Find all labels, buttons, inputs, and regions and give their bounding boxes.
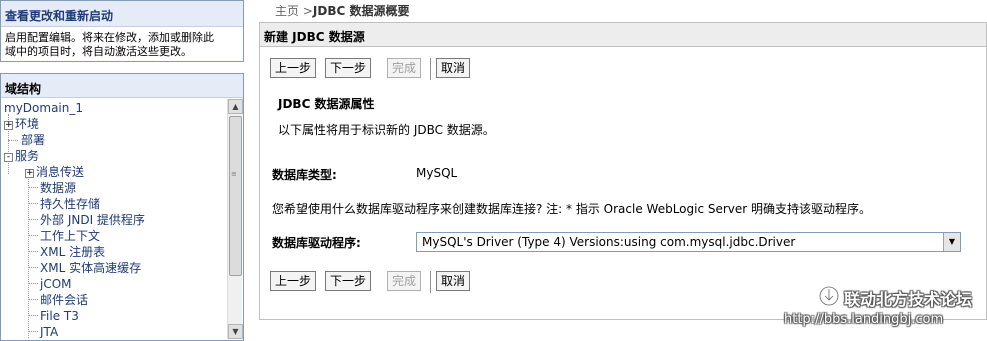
breadcrumb-home[interactable]: 主页 [275,4,299,18]
next-button[interactable]: 下一步 [325,58,371,78]
tree-item-label: XML 注册表 [40,245,106,259]
domain-structure-panel: 域结构 myDomain_1 + 环境 部署 - 服务 + 消息传送 数据源 持久性存… [0,73,244,341]
tree-item-xml-registries[interactable]: XML 注册表 [40,244,105,260]
breadcrumb: 主页 >JDBC 数据源概要 [275,2,409,19]
driver-label: 数据库驱动程序: [272,236,361,250]
domain-tree: myDomain_1 + 环境 部署 - 服务 + 消息传送 数据源 持久性存储 外部… [4,100,228,338]
tree-item-label: 持久性存储 [40,197,101,211]
arrow-up-icon[interactable]: ▲ [228,99,243,114]
expand-icon[interactable]: + [4,121,13,130]
tree-item-label: 部署 [21,133,46,147]
watermark-title: 联动北方技术论坛 [844,290,973,309]
tree-item-services[interactable]: - 服务 [4,148,39,164]
breadcrumb-current[interactable]: JDBC 数据源概要 [313,4,410,18]
domain-structure-title: 域结构 [1,74,243,98]
tree-item-label: 消息传送 [36,165,85,179]
tree-item-label: 服务 [15,149,40,163]
tree-item-label: jCOM [40,277,72,291]
tree-item-label: 环境 [15,117,40,131]
arrow-down-icon[interactable]: ▼ [228,324,243,339]
tree-item-label: 邮件会话 [40,293,89,307]
watermark: 联动北方技术论坛 http://bbs.landingbj.com [784,284,985,334]
tree-item-messaging[interactable]: + 消息传送 [25,164,84,180]
cancel-button[interactable]: 取消 [436,271,470,291]
tree-item-label: JTA [40,325,59,338]
grip-icon: ≡ [231,170,237,178]
tree-item-file-t3[interactable]: File T3 [40,308,79,324]
tree-guide-line [28,251,38,252]
tree-scrollbar[interactable]: ▲ ≡ ▼ [227,99,243,339]
change-center-text-line1: 启用配置编辑。将来在修改，添加或删除此 [5,31,214,44]
forum-logo-icon [818,285,840,307]
db-type-value: MySQL [416,166,458,180]
tree-guide-line [28,283,38,284]
tree-item-label: 数据源 [40,181,77,195]
section-title: JDBC 数据源属性 [278,97,375,111]
change-center-text-line2: 域中的项目时，将自动激活这些更改。 [5,45,192,58]
tree-item-label: File T3 [40,309,79,323]
scrollbar-thumb[interactable] [229,116,242,276]
tree-item-jcom[interactable]: jCOM [40,276,72,292]
tree-item-xml-entity-caches[interactable]: XML 实体高速缓存 [40,260,141,276]
breadcrumb-separator: > [302,4,313,18]
tree-guide-line [28,187,38,188]
tree-guide-line [28,267,38,268]
tree-guide-line [28,219,38,220]
finish-button[interactable]: 完成 [387,58,421,78]
tree-guide-line [28,331,38,332]
tree-guide-line [28,299,38,300]
tree-guide-line [28,174,29,338]
tree-guide-line [28,235,38,236]
driver-select[interactable]: MySQL's Driver (Type 4) Versions:using c… [416,232,961,252]
next-button[interactable]: 下一步 [325,271,371,291]
tree-item-deployments[interactable]: 部署 [21,132,45,148]
tree-item-label: XML 实体高速缓存 [40,261,142,275]
button-divider [430,58,431,80]
button-divider [430,271,431,293]
change-center-title[interactable]: 查看更改和重新启动 [1,1,243,27]
back-button[interactable]: 上一步 [270,271,316,291]
back-button[interactable]: 上一步 [270,58,316,78]
section-description: 以下属性将用于标识新的 JDBC 数据源。 [278,123,495,137]
tree-item-label: myDomain_1 [4,101,83,115]
change-center-panel: 查看更改和重新启动 启用配置编辑。将来在修改，添加或删除此 域中的项目时，将自动… [0,0,244,62]
driver-hint: 您希望使用什么数据库驱动程序来创建数据库连接? 注: * 指示 Oracle W… [272,202,872,216]
tree-item-mydomain[interactable]: myDomain_1 [4,100,83,116]
watermark-url: http://bbs.landingbj.com [784,312,944,327]
tree-item-persistent-stores[interactable]: 持久性存储 [40,196,100,212]
expand-icon[interactable]: + [25,169,34,178]
tree-item-data-sources[interactable]: 数据源 [40,180,76,196]
tree-guide-line [28,203,38,204]
db-type-label: 数据库类型: [272,168,337,182]
finish-button[interactable]: 完成 [387,271,421,291]
tree-item-label: 工作上下文 [40,229,101,243]
cancel-button[interactable]: 取消 [436,58,470,78]
change-center-text: 启用配置编辑。将来在修改，添加或删除此 域中的项目时，将自动激活这些更改。 [1,27,243,59]
tree-item-label: 外部 JNDI 提供程序 [40,213,145,227]
driver-select-value: MySQL's Driver (Type 4) Versions:using c… [422,235,796,249]
collapse-icon[interactable]: - [4,153,13,162]
tree-item-work-contexts[interactable]: 工作上下文 [40,228,100,244]
wizard-title: 新建 JDBC 数据源 [260,23,986,47]
tree-item-environment[interactable]: + 环境 [4,116,39,132]
tree-guide-line [8,140,18,141]
tree-item-mail-sessions[interactable]: 邮件会话 [40,292,88,308]
tree-item-jta[interactable]: JTA [40,324,58,338]
wizard-panel: 新建 JDBC 数据源 上一步 下一步 完成 取消 JDBC 数据源属性 以下属… [259,22,987,320]
chevron-down-icon[interactable]: ▼ [943,233,960,251]
tree-item-foreign-jndi[interactable]: 外部 JNDI 提供程序 [40,212,145,228]
tree-guide-line [28,315,38,316]
